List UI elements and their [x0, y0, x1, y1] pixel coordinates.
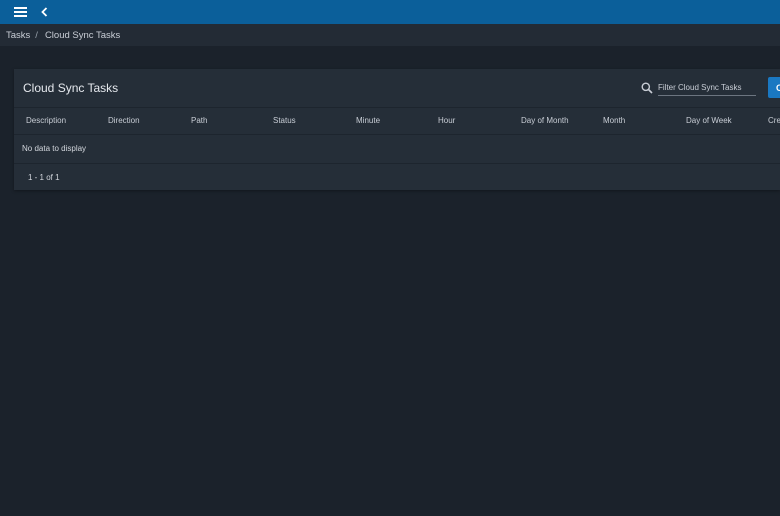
table-header: Description Direction Path Status Minute…	[14, 107, 780, 135]
chevron-left-icon[interactable]	[36, 2, 52, 22]
search-icon	[641, 82, 653, 94]
breadcrumb-item-tasks[interactable]: Tasks	[6, 30, 30, 41]
table-footer: 1 - 1 of 1	[14, 163, 780, 191]
pagination-range: 1 - 1 of 1	[28, 173, 60, 182]
empty-table-message: No data to display	[22, 144, 87, 153]
breadcrumb-separator: /	[35, 29, 38, 41]
column-header-status[interactable]: Status	[273, 116, 296, 125]
column-header-day-of-week[interactable]: Day of Week	[686, 116, 732, 125]
column-header-month[interactable]: Month	[603, 116, 625, 125]
column-header-path[interactable]: Path	[191, 116, 207, 125]
breadcrumb: Tasks / Cloud Sync Tasks	[0, 24, 780, 46]
breadcrumb-item-cloud-sync-tasks: Cloud Sync Tasks	[44, 29, 121, 41]
column-header-description[interactable]: Description	[26, 116, 66, 125]
column-header-created[interactable]: Cre	[768, 116, 780, 125]
column-header-minute[interactable]: Minute	[356, 116, 380, 125]
column-header-direction[interactable]: Direction	[108, 116, 140, 125]
cloud-sync-tasks-card: Cloud Sync Tasks C Description Direction…	[14, 69, 780, 190]
column-header-hour[interactable]: Hour	[438, 116, 455, 125]
filter-input[interactable]	[658, 80, 756, 96]
column-header-day-of-month[interactable]: Day of Month	[521, 116, 569, 125]
card-header: Cloud Sync Tasks C	[14, 69, 780, 106]
create-button[interactable]: C	[768, 77, 780, 98]
top-toolbar	[0, 0, 780, 24]
page-title: Cloud Sync Tasks	[23, 81, 119, 95]
hamburger-menu-icon[interactable]	[10, 2, 30, 22]
